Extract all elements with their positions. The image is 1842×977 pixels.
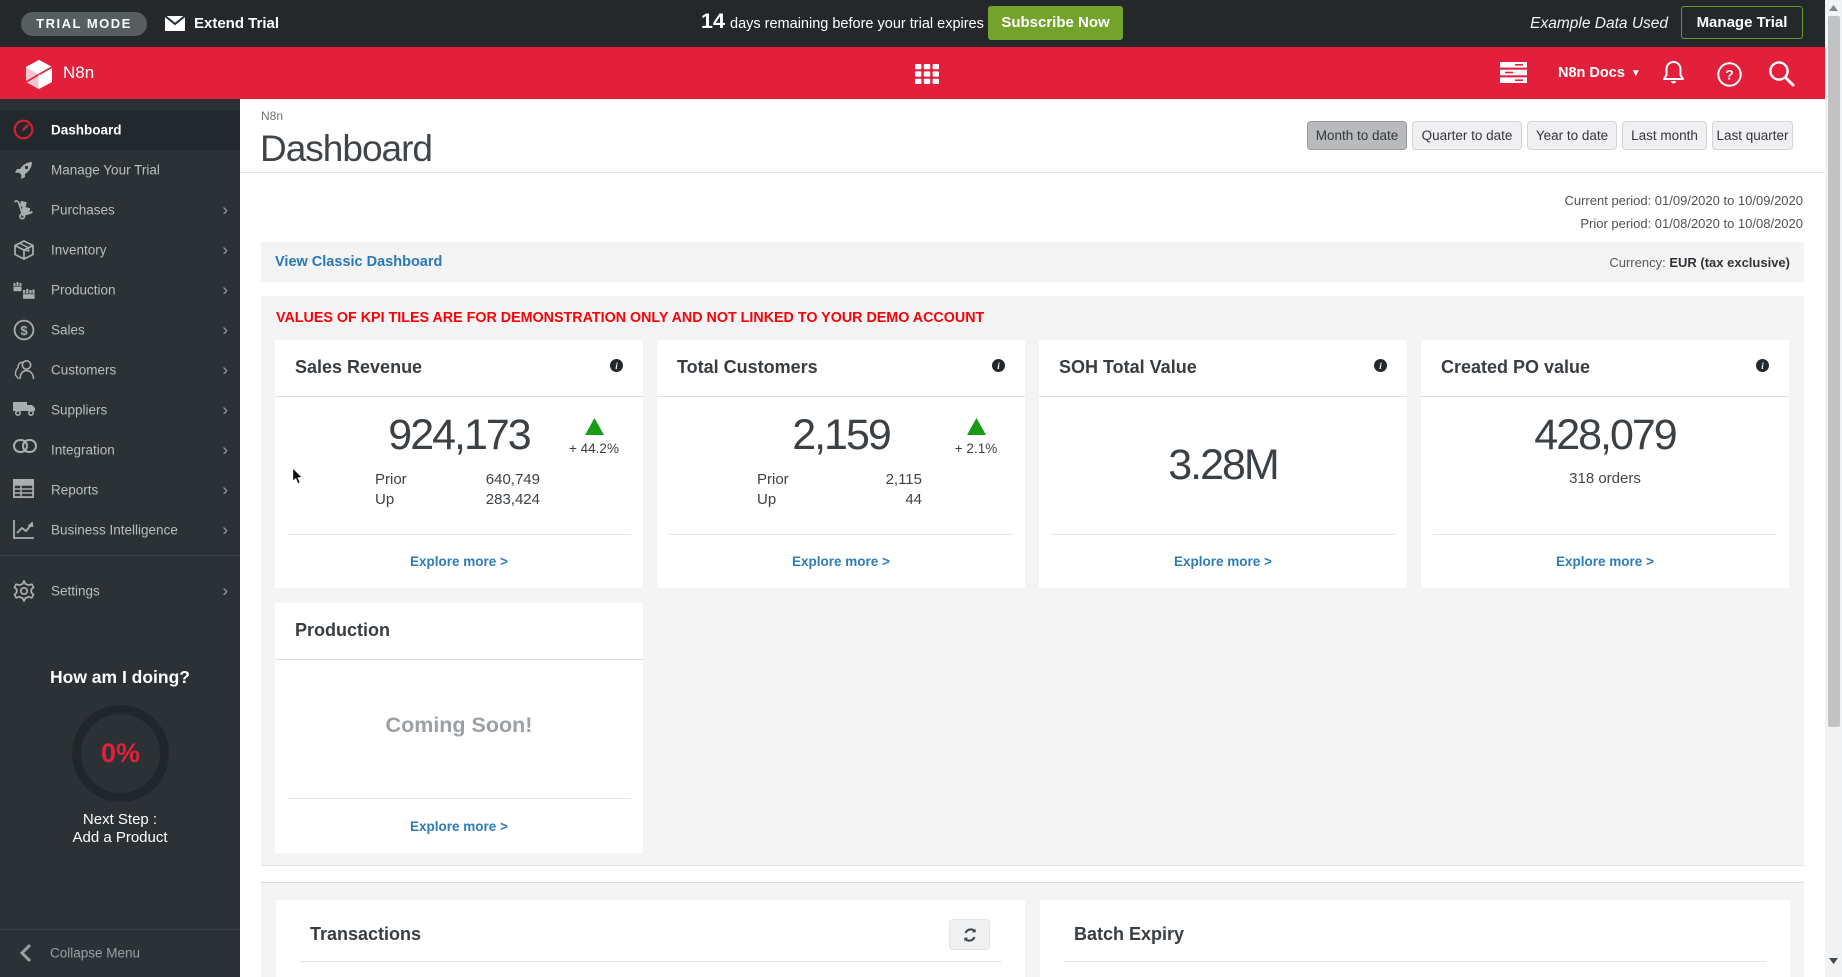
svg-text:$: $ (20, 323, 28, 338)
svg-text:?: ? (1725, 67, 1734, 83)
